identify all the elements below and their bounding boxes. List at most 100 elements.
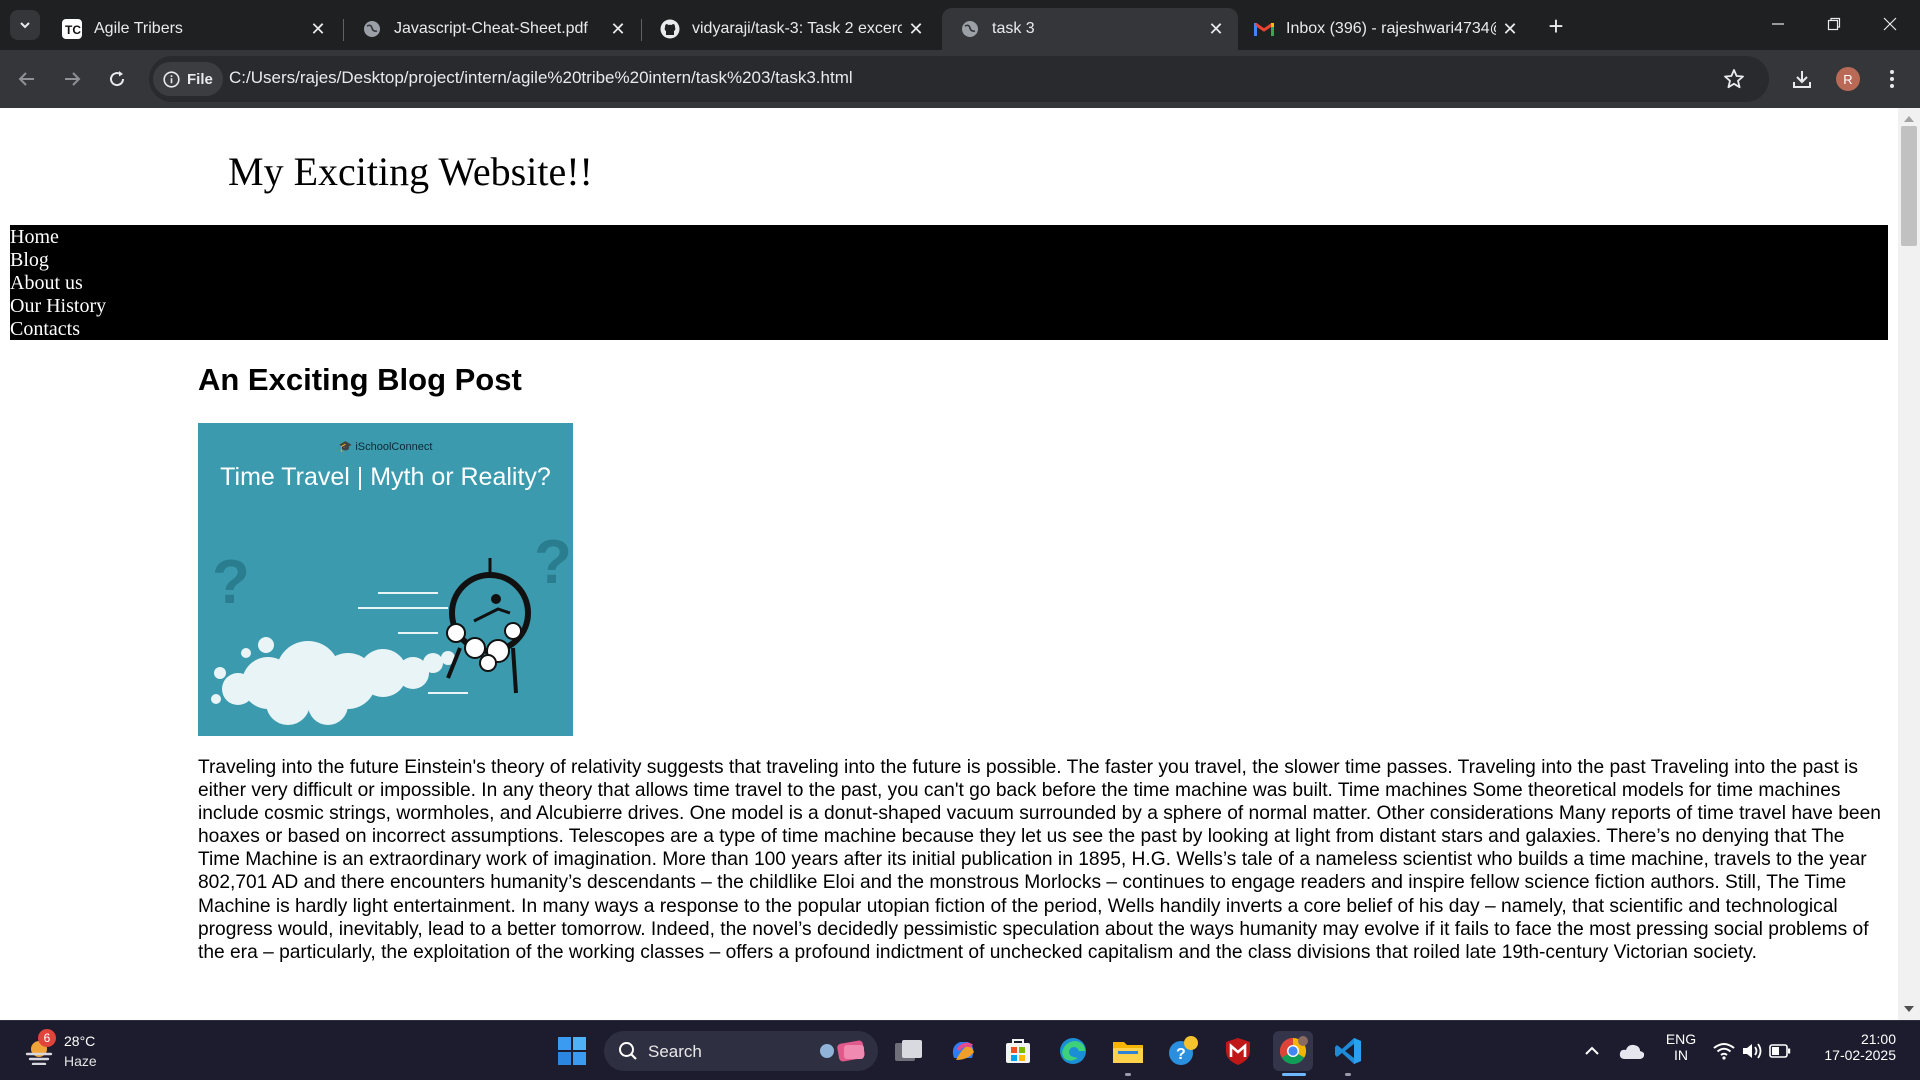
nav-link-contacts[interactable]: Contacts [10,318,1888,341]
more-vertical-icon [1890,70,1894,88]
tab-title: Inbox (396) - rajeshwari4734@gmail.com [1286,20,1496,37]
copilot-icon [952,1042,974,1060]
tab-task-3[interactable]: task 3 ✕ [942,8,1238,50]
profile-button[interactable]: R [1832,63,1864,95]
url-text[interactable]: C:/Users/rajes/Desktop/project/intern/ag… [229,68,853,88]
image-brand-logo: 🎓 iSchoolConnect [338,441,433,453]
active-app-indicator [1282,1073,1306,1076]
star-icon [1724,69,1744,89]
time-machine-illustration: ? ? [211,528,572,725]
page-viewport: My Exciting Website!! Home Blog About us… [0,108,1920,1020]
bookmark-star-button[interactable] [1722,67,1746,91]
tab-search-button[interactable] [10,10,40,40]
weather-temperature: 28°C [64,1033,96,1049]
globe-icon [362,19,382,39]
browser-toolbar: File C:/Users/rajes/Desktop/project/inte… [0,50,1920,108]
new-tab-button[interactable]: + [1540,10,1572,42]
close-icon[interactable]: ✕ [304,15,332,43]
gmail-icon [1254,19,1274,39]
post-image: 🎓 iSchoolConnect Time Travel | Myth or R… [198,423,573,736]
restore-icon [1827,17,1841,31]
weather-widget[interactable]: 6 28°C Haze [22,1029,112,1073]
svg-text:TC: TC [65,23,81,37]
edge-button[interactable] [1053,1031,1093,1071]
weather-condition: Haze [64,1053,97,1069]
triangle-up-icon [1904,116,1914,122]
site-info-chip[interactable]: File [153,62,223,96]
nav-link-home[interactable]: Home [10,226,1888,249]
scroll-down-button[interactable] [1898,1000,1920,1018]
download-icon [1793,71,1811,88]
get-help-button[interactable]: ? [1163,1031,1203,1071]
nav-link-about-us[interactable]: About us [10,272,1888,295]
vscode-button[interactable] [1328,1031,1368,1071]
tab-gmail-inbox[interactable]: Inbox (396) - rajeshwari4734@gmail.com ✕ [1236,8,1532,50]
mcafee-button[interactable] [1218,1031,1258,1071]
back-button[interactable] [11,63,43,95]
running-indicator [1345,1073,1351,1076]
start-button[interactable] [552,1031,592,1071]
tab-github-task-3[interactable]: vidyaraji/task-3: Task 2 excercise ✕ [642,8,938,50]
agile-tribers-icon: TC [62,19,82,39]
nav-link-our-history[interactable]: Our History [10,295,1888,318]
restore-button[interactable] [1806,0,1862,48]
nav-bar: Home Blog About us Our History Contacts [10,225,1888,340]
close-icon[interactable]: ✕ [1202,15,1230,43]
chrome-button[interactable] [1273,1031,1313,1071]
arrow-right-icon [65,72,81,86]
close-icon[interactable]: ✕ [902,15,930,43]
language-code: ENG [1665,1031,1697,1047]
site-chip-label: File [187,70,213,88]
globe-icon [960,19,980,39]
chevron-up-icon [1585,1046,1599,1055]
copilot-button[interactable] [943,1031,983,1071]
taskbar-search[interactable]: Search [604,1031,878,1071]
clock-time: 21:00 [1860,1031,1896,1047]
close-icon[interactable]: ✕ [1496,15,1524,43]
page-scrollbar[interactable] [1898,108,1920,1020]
microsoft-store-icon [1006,1039,1030,1063]
windows-taskbar: 6 28°C Haze Search ? ENG IN 21:00 17-02-… [0,1020,1920,1080]
microsoft-store-button[interactable] [998,1031,1038,1071]
info-icon [163,70,180,88]
search-icon [619,1042,637,1060]
show-hidden-icons-button[interactable] [1574,1031,1610,1071]
mcafee-icon [1226,1038,1250,1065]
tab-javascript-cheat-sheet[interactable]: Javascript-Cheat-Sheet.pdf ✕ [344,8,640,50]
browser-menu-button[interactable] [1876,63,1908,95]
onedrive-button[interactable] [1614,1031,1650,1071]
tab-title: vidyaraji/task-3: Task 2 excercise [692,20,902,37]
reload-icon [110,71,125,87]
reload-button[interactable] [101,63,133,95]
address-bar[interactable]: File C:/Users/rajes/Desktop/project/inte… [149,56,1769,102]
quick-settings-button[interactable] [1712,1031,1792,1071]
github-icon [660,19,680,39]
forward-button[interactable] [56,63,88,95]
nav-link-blog[interactable]: Blog [10,249,1888,272]
minimize-icon [1772,23,1784,25]
clock-date: 17-02-2025 [1824,1047,1896,1063]
help-icon: ? [1169,1036,1198,1065]
input-language-indicator[interactable]: ENG IN [1658,1031,1704,1063]
cloud-icon [1619,1044,1645,1059]
edge-icon [1060,1038,1086,1064]
wifi-icon [1713,1043,1735,1060]
downloads-button[interactable] [1786,63,1818,95]
vscode-icon [1335,1038,1361,1064]
close-window-button[interactable] [1862,0,1918,48]
image-title: Time Travel | Myth or Reality? [220,463,551,491]
tab-agile-tribers[interactable]: TC Agile Tribers ✕ [44,8,340,50]
file-explorer-button[interactable] [1108,1031,1148,1071]
task-view-icon [895,1040,922,1061]
region-code: IN [1674,1047,1688,1063]
windows-logo-icon [558,1037,586,1065]
chevron-down-icon [20,22,30,29]
task-view-button[interactable] [889,1031,929,1071]
scrollbar-thumb[interactable] [1901,126,1917,246]
file-explorer-icon [1113,1042,1143,1063]
tab-title: Agile Tribers [94,20,183,37]
close-icon[interactable]: ✕ [604,15,632,43]
minimize-button[interactable] [1750,0,1806,48]
avatar-initial: R [1843,71,1853,87]
clock[interactable]: 21:00 17-02-2025 [1806,1031,1906,1063]
